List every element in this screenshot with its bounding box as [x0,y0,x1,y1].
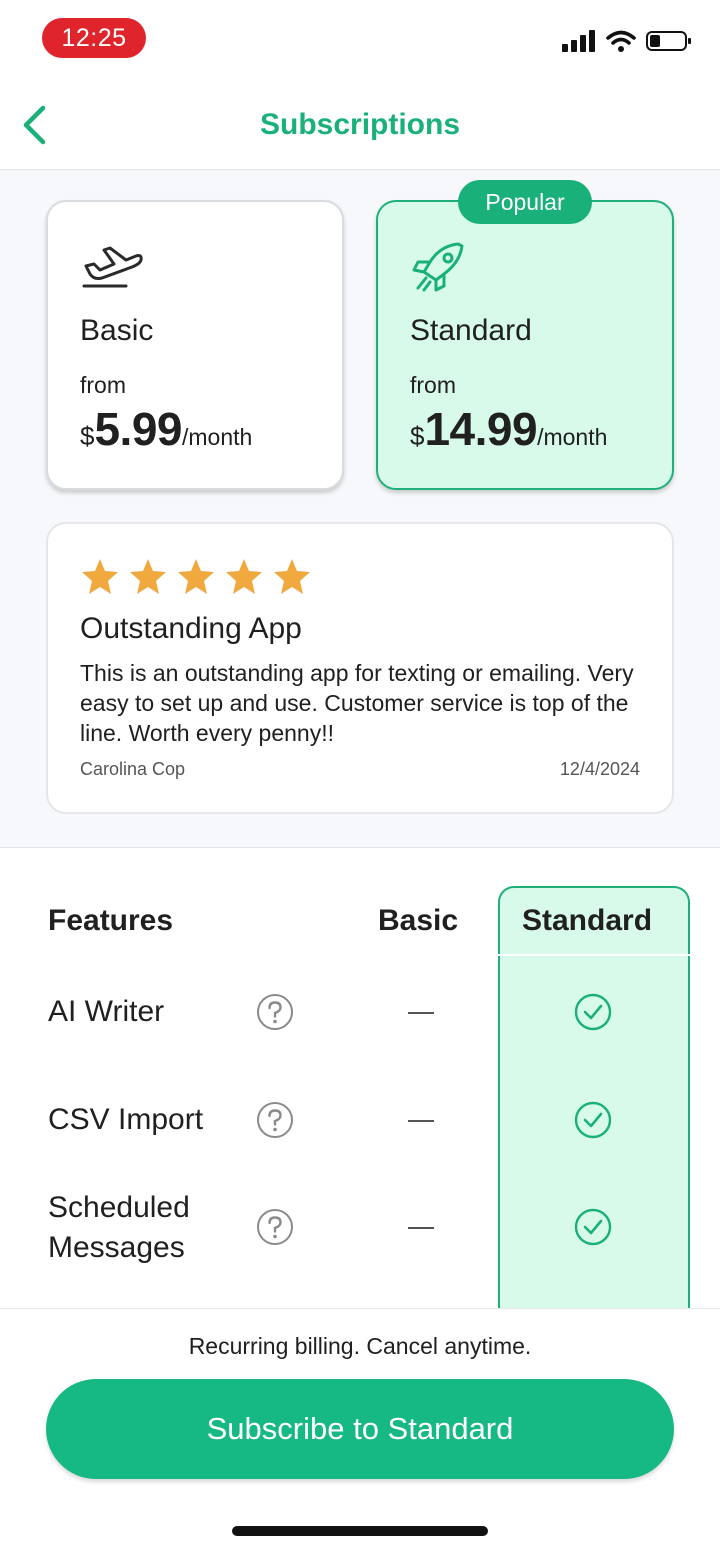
price-period: /month [537,424,608,450]
rocket-icon [412,242,464,292]
price-period: /month [182,424,253,450]
status-icons [562,30,692,52]
review-card: Outstanding App This is an outstanding a… [46,522,674,814]
check-circle-icon [574,1101,612,1139]
price-amount: 5.99 [94,403,182,455]
column-header-standard: Standard [522,904,653,937]
status-bar: 12:25 [0,0,720,80]
status-time: 12:25 [42,18,146,58]
star-icon [178,559,214,594]
home-indicator[interactable] [232,1526,488,1536]
plan-name: Standard [410,314,532,347]
features-header: Features [48,904,174,937]
help-circle-icon[interactable] [256,1101,294,1139]
star-icon [82,559,118,594]
plan-price: $ 14.99 /month [410,402,607,456]
billing-note: Recurring billing. Cancel anytime. [188,1333,532,1359]
battery-icon [646,31,691,51]
price-currency: $ [80,421,95,451]
not-included-dash [408,1227,434,1229]
plan-name: Basic [80,314,154,347]
review-author: Carolina Cop [80,759,186,779]
price-currency: $ [410,421,425,451]
price-amount: 14.99 [424,403,538,455]
star-icon [226,559,262,594]
review-title: Outstanding App [80,612,302,645]
feature-label: CSV Import [48,1103,204,1136]
feature-label: Scheduled Messages [48,1191,190,1264]
column-header-divider [498,954,690,956]
plane-takeoff-icon [82,246,143,288]
star-icon [274,559,310,594]
help-circle-icon[interactable] [256,993,294,1031]
star-rating [80,556,640,596]
plans-section: Basic from $ 5.99 /month Standard from $… [0,170,720,848]
subscribe-button[interactable]: Subscribe to Standard [46,1379,674,1479]
wifi-icon [606,30,636,52]
not-included-dash [408,1012,434,1014]
not-included-dash [408,1120,434,1122]
page-title: Subscriptions [259,108,461,141]
plan-from-label: from [80,372,126,398]
help-circle-icon[interactable] [256,1208,294,1246]
cellular-signal-icon [562,30,595,52]
subscribe-footer: Recurring billing. Cancel anytime. Subsc… [0,1308,720,1560]
review-body: This is an outstanding app for texting o… [80,660,634,746]
plan-from-label: from [410,372,456,398]
check-circle-icon [574,1208,612,1246]
check-circle-icon [574,993,612,1031]
review-date: 12/4/2024 [559,759,640,779]
plan-card-basic[interactable]: Basic from $ 5.99 /month [46,200,344,490]
plan-price: $ 5.99 /month [80,402,252,456]
column-header-basic: Basic [378,904,459,937]
plan-card-standard[interactable]: Standard from $ 14.99 /month [376,200,674,490]
features-table: Features Basic Standard AI Writer CSV Im… [0,848,720,1308]
feature-label: AI Writer [48,995,165,1028]
star-icon [130,559,166,594]
nav-bar: Subscriptions [0,80,720,170]
popular-badge: Popular [458,180,592,224]
